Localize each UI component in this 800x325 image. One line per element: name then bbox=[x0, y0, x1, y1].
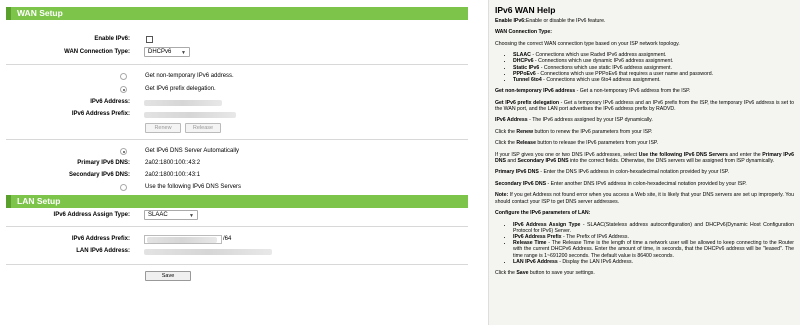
help-para: Get non-temporary IPv6 address - Get a n… bbox=[495, 88, 691, 95]
assign-type-value: SLAAC bbox=[148, 212, 168, 218]
wan-connection-type-label: WAN Connection Type: bbox=[64, 49, 130, 55]
help-para: Get IPv6 prefix delegation - Get a tempo… bbox=[495, 99, 794, 113]
renew-button[interactable]: Renew bbox=[145, 123, 181, 133]
lan-address-label: LAN IPv6 Address: bbox=[76, 248, 130, 254]
help-para: Choosing the correct WAN connection type… bbox=[495, 40, 680, 47]
assign-type-select[interactable]: SLAAC ▼ bbox=[144, 210, 198, 220]
lan-prefix-input[interactable] bbox=[144, 235, 222, 244]
lan-prefix-value bbox=[147, 237, 217, 243]
release-button[interactable]: Release bbox=[185, 123, 221, 133]
help-para: IPv6 Address - The IPv6 address assigned… bbox=[495, 117, 653, 124]
help-para: Note: If you get Address not found error… bbox=[495, 192, 794, 205]
help-para: WAN Connection Type: bbox=[495, 29, 552, 36]
primary-dns-value: 2a02:1800:100::43:2 bbox=[145, 160, 201, 166]
help-para: If your ISP gives you one or two DNS IPv… bbox=[495, 151, 794, 165]
help-list-types: SLAAC - Connections which use Radvd IPv6… bbox=[513, 52, 794, 83]
lan-setup-title: LAN Setup bbox=[17, 196, 61, 206]
dns-manual-label: Use the following IPv6 DNS Servers bbox=[145, 184, 242, 190]
secondary-dns-value: 2a02:1800:100::43:1 bbox=[145, 172, 201, 178]
dns-auto-radio[interactable] bbox=[120, 148, 127, 155]
chevron-down-icon: ▼ bbox=[189, 213, 194, 219]
enable-ipv6-label: Enable IPv6: bbox=[94, 36, 130, 42]
help-para: Primary IPv6 DNS - Enter the DNS IPv6 ad… bbox=[495, 169, 730, 176]
help-para: Secondary IPv6 DNS - Enter another DNS I… bbox=[495, 180, 747, 187]
enable-ipv6-checkbox[interactable] bbox=[146, 36, 153, 43]
wan-setup-header: WAN Setup bbox=[6, 7, 468, 20]
wan-setup-title: WAN Setup bbox=[17, 8, 63, 18]
secondary-dns-label: Secondary IPv6 DNS: bbox=[68, 172, 130, 178]
dns-manual-radio[interactable] bbox=[120, 184, 127, 191]
list-item: IPv6 Address Assign Type - SLAAC(Statele… bbox=[513, 222, 794, 234]
list-item: Tunnel 6to4 - Connections which use 6to4… bbox=[513, 77, 794, 83]
prefix-delegation-radio[interactable] bbox=[120, 86, 127, 93]
save-button[interactable]: Save bbox=[145, 271, 191, 281]
divider bbox=[6, 226, 468, 227]
lan-prefix-suffix: /64 bbox=[223, 236, 232, 242]
divider bbox=[6, 139, 468, 140]
help-para: Enable IPv6:Enable or disable the IPv6 f… bbox=[495, 18, 606, 24]
chevron-down-icon: ▼ bbox=[181, 50, 186, 56]
wan-connection-type-select[interactable]: DHCPv6 ▼ bbox=[144, 47, 190, 57]
ipv6-address-value bbox=[144, 100, 222, 106]
nontemp-address-radio[interactable] bbox=[120, 73, 127, 80]
settings-panel: WAN Setup Enable IPv6: WAN Connection Ty… bbox=[0, 0, 488, 325]
list-item: LAN IPv6 Address - Display the LAN IPv6 … bbox=[513, 259, 794, 265]
help-para: Click the Release button to release the … bbox=[495, 140, 659, 147]
wan-connection-type-value: DHCPv6 bbox=[148, 49, 172, 55]
nontemp-address-label: Get non-temporary IPv6 address. bbox=[145, 73, 234, 79]
lan-address-value bbox=[144, 249, 272, 255]
ipv6-address-label: IPv6 Address: bbox=[90, 99, 130, 105]
lan-prefix-label: IPv6 Address Prefix: bbox=[71, 236, 130, 242]
prefix-delegation-label: Get IPv6 prefix delegation. bbox=[145, 86, 216, 92]
help-panel: IPv6 WAN Help Enable IPv6:Enable or disa… bbox=[488, 0, 800, 325]
help-title: IPv6 WAN Help bbox=[495, 5, 556, 15]
dns-auto-label: Get IPv6 DNS Server Automatically bbox=[145, 148, 240, 154]
ipv6-prefix-value bbox=[144, 112, 236, 118]
divider bbox=[6, 64, 468, 65]
help-list-lan: IPv6 Address Assign Type - SLAAC(Statele… bbox=[513, 222, 794, 265]
divider bbox=[6, 264, 468, 265]
ipv6-prefix-label: IPv6 Address Prefix: bbox=[71, 111, 130, 117]
lan-setup-header: LAN Setup bbox=[6, 195, 468, 208]
list-item: Release Time - The Release Time is the l… bbox=[513, 240, 794, 259]
help-para: Click the Renew button to renew the IPv6… bbox=[495, 128, 653, 135]
primary-dns-label: Primary IPv6 DNS: bbox=[77, 160, 130, 166]
help-para: Click the Save button to save your setti… bbox=[495, 269, 595, 276]
assign-type-label: IPv6 Address Assign Type: bbox=[53, 212, 130, 218]
help-para: Configure the IPv6 parameters of LAN: bbox=[495, 210, 591, 217]
